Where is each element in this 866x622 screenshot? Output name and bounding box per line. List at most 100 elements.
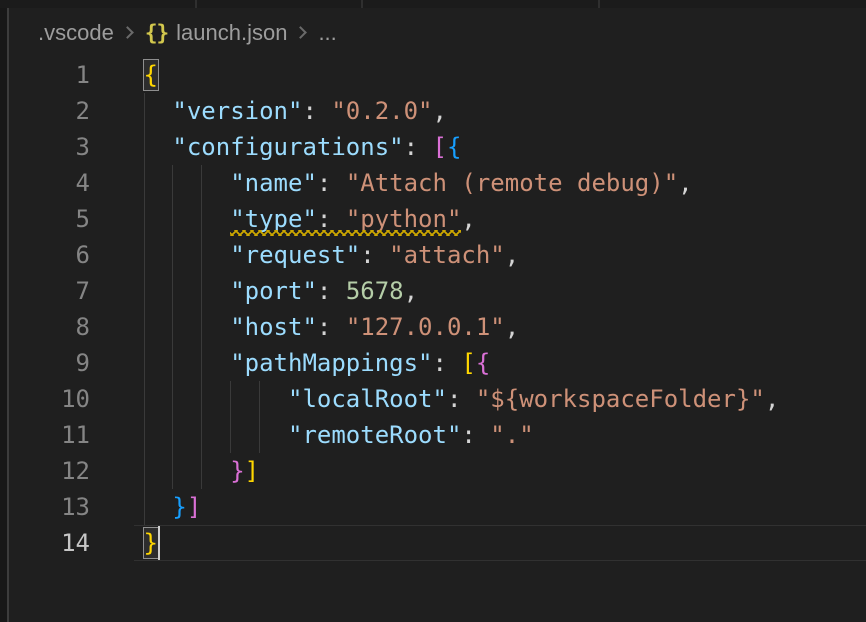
code-line-content[interactable]: "request": "attach", bbox=[90, 237, 866, 273]
indent-guide bbox=[144, 201, 145, 237]
code-token: "python" bbox=[346, 205, 462, 233]
breadcrumb: .vscode {} launch.json ... bbox=[9, 8, 866, 57]
indent-guide bbox=[144, 165, 145, 201]
indent-guide bbox=[144, 237, 145, 273]
code-token: : bbox=[461, 421, 490, 449]
code-token bbox=[144, 205, 231, 233]
line-number[interactable]: 8 bbox=[9, 309, 90, 345]
code-line-content[interactable]: } bbox=[90, 525, 866, 561]
bracket-match: } bbox=[144, 528, 158, 558]
line-number[interactable]: 2 bbox=[9, 93, 90, 129]
code-line-content[interactable]: }] bbox=[90, 489, 866, 525]
code-line[interactable]: 14} bbox=[9, 525, 866, 561]
indent-guide bbox=[201, 273, 202, 309]
line-number[interactable]: 1 bbox=[9, 57, 90, 93]
code-token: "pathMappings" bbox=[230, 349, 432, 377]
indent-guide bbox=[144, 381, 145, 417]
code-token: , bbox=[461, 205, 475, 233]
code-token: : bbox=[302, 97, 331, 125]
code-line[interactable]: 3 "configurations": [{ bbox=[9, 129, 866, 165]
code-token: : bbox=[447, 385, 476, 413]
indent-guide bbox=[201, 381, 202, 417]
code-line-content[interactable]: "name": "Attach (remote debug)", bbox=[90, 165, 866, 201]
indent-guide bbox=[201, 453, 202, 489]
indent-guide bbox=[230, 417, 231, 453]
breadcrumb-symbol-ellipsis[interactable]: ... bbox=[318, 20, 336, 46]
line-number[interactable]: 5 bbox=[9, 201, 90, 237]
code-line[interactable]: 13 }] bbox=[9, 489, 866, 525]
indent-guide bbox=[172, 453, 173, 489]
code-token: "Attach (remote debug)" bbox=[346, 169, 678, 197]
code-token bbox=[144, 133, 173, 161]
code-line-content[interactable]: "version": "0.2.0", bbox=[90, 93, 866, 129]
editor-pane: .vscode {} launch.json ... 1{2 "version"… bbox=[9, 8, 866, 622]
code-token: "name" bbox=[230, 169, 317, 197]
indent-guide bbox=[201, 237, 202, 273]
indent-guide bbox=[144, 345, 145, 381]
code-line-content[interactable]: "configurations": [{ bbox=[90, 129, 866, 165]
line-number[interactable]: 10 bbox=[9, 381, 90, 417]
code-line-content[interactable]: "localRoot": "${workspaceFolder}", bbox=[90, 381, 866, 417]
code-token: } bbox=[230, 457, 244, 485]
indent-guide bbox=[201, 165, 202, 201]
line-number[interactable]: 9 bbox=[9, 345, 90, 381]
code-token bbox=[144, 421, 289, 449]
code-line-content[interactable]: }] bbox=[90, 453, 866, 489]
code-line[interactable]: 4 "name": "Attach (remote debug)", bbox=[9, 165, 866, 201]
line-number[interactable]: 14 bbox=[9, 525, 90, 561]
code-line[interactable]: 2 "version": "0.2.0", bbox=[9, 93, 866, 129]
code-token: } bbox=[172, 493, 186, 521]
code-token bbox=[144, 169, 231, 197]
indent-guide bbox=[172, 417, 173, 453]
indent-guide bbox=[201, 417, 202, 453]
code-token: { bbox=[447, 133, 461, 161]
code-line-content[interactable]: { bbox=[90, 57, 866, 93]
line-number[interactable]: 12 bbox=[9, 453, 90, 489]
line-number[interactable]: 7 bbox=[9, 273, 90, 309]
indent-guide bbox=[172, 201, 173, 237]
code-line[interactable]: 7 "port": 5678, bbox=[9, 273, 866, 309]
bracket-match: { bbox=[144, 60, 158, 90]
code-token: , bbox=[678, 169, 692, 197]
indent-guide bbox=[172, 165, 173, 201]
code-line-content[interactable]: "host": "127.0.0.1", bbox=[90, 309, 866, 345]
breadcrumb-file[interactable]: launch.json bbox=[176, 20, 287, 46]
code-line[interactable]: 12 }] bbox=[9, 453, 866, 489]
code-token: "localRoot" bbox=[288, 385, 447, 413]
indent-guide bbox=[201, 309, 202, 345]
code-line[interactable]: 8 "host": "127.0.0.1", bbox=[9, 309, 866, 345]
indent-guide bbox=[144, 453, 145, 489]
tab-bar-strip bbox=[0, 0, 866, 8]
indent-guide bbox=[172, 345, 173, 381]
code-line[interactable]: 1{ bbox=[9, 57, 866, 93]
code-token: "version" bbox=[172, 97, 302, 125]
code-token bbox=[144, 349, 231, 377]
code-token: ] bbox=[187, 493, 201, 521]
code-token: "." bbox=[490, 421, 533, 449]
code-token bbox=[144, 457, 231, 485]
code-line-content[interactable]: "port": 5678, bbox=[90, 273, 866, 309]
indent-guide bbox=[230, 381, 231, 417]
code-line[interactable]: 9 "pathMappings": [{ bbox=[9, 345, 866, 381]
breadcrumb-folder[interactable]: .vscode bbox=[38, 20, 114, 46]
line-number[interactable]: 6 bbox=[9, 237, 90, 273]
code-token bbox=[144, 385, 289, 413]
left-pane-strip bbox=[0, 8, 7, 622]
indent-guide bbox=[144, 489, 145, 525]
line-number[interactable]: 3 bbox=[9, 129, 90, 165]
code-token: "port" bbox=[230, 277, 317, 305]
code-line[interactable]: 6 "request": "attach", bbox=[9, 237, 866, 273]
tab-divider bbox=[361, 0, 363, 8]
code-line[interactable]: 10 "localRoot": "${workspaceFolder}", bbox=[9, 381, 866, 417]
code-token: : bbox=[317, 169, 346, 197]
code-line-content[interactable]: "remoteRoot": "." bbox=[90, 417, 866, 453]
code-line[interactable]: 5 "type": "python", bbox=[9, 201, 866, 237]
code-line-content[interactable]: "pathMappings": [{ bbox=[90, 345, 866, 381]
code-token: ] bbox=[245, 457, 259, 485]
line-number[interactable]: 11 bbox=[9, 417, 90, 453]
line-number[interactable]: 4 bbox=[9, 165, 90, 201]
code-line[interactable]: 11 "remoteRoot": "." bbox=[9, 417, 866, 453]
indent-guide bbox=[172, 273, 173, 309]
line-number[interactable]: 13 bbox=[9, 489, 90, 525]
code-line-content[interactable]: "type": "python", bbox=[90, 201, 866, 237]
